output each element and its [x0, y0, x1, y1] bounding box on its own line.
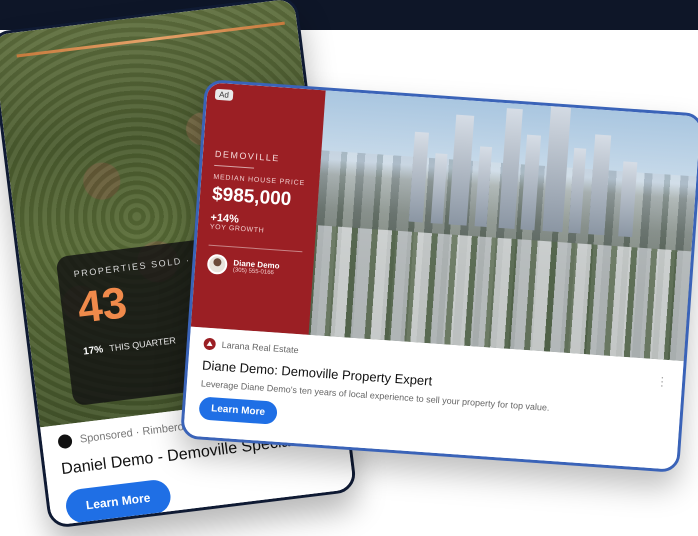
divider — [214, 164, 255, 169]
skyscraper — [448, 114, 475, 226]
skyscraper — [474, 146, 493, 227]
more-options-icon[interactable]: ⋮ — [656, 374, 669, 389]
ad-showcase: PROPERTIES SOLD · DEMO 43 17% THIS QUART… — [0, 0, 698, 536]
skyscraper — [542, 101, 572, 233]
median-price: $985,000 — [211, 183, 292, 211]
skyscraper — [430, 153, 448, 224]
learn-more-button[interactable]: Learn More — [198, 396, 278, 425]
skyscraper — [568, 147, 587, 234]
brand-name: Larana Real Estate — [221, 339, 299, 356]
skyscraper — [588, 134, 612, 236]
learn-more-button[interactable]: Learn More — [64, 478, 173, 525]
city-name: DEMOVILLE — [214, 148, 281, 164]
skyscraper — [498, 108, 523, 229]
stat-change: 17% — [82, 344, 104, 358]
divider — [208, 244, 303, 253]
agent-info: Diane Demo (305) 555-0166 — [233, 258, 280, 276]
ad-badge: Ad — [214, 88, 234, 101]
agent-row: Diane Demo (305) 555-0166 — [206, 253, 302, 281]
advertiser-logo-icon — [57, 433, 73, 450]
skyscraper — [408, 131, 429, 223]
skyscraper — [618, 161, 638, 238]
stats-panel: Ad DEMOVILLE MEDIAN HOUSE PRICE $985,000… — [190, 82, 326, 335]
stat-period: THIS QUARTER — [108, 335, 177, 354]
home-logo-icon — [203, 337, 217, 351]
ad-card-diane-demo[interactable]: Ad DEMOVILLE MEDIAN HOUSE PRICE $985,000… — [180, 78, 698, 474]
agent-avatar — [206, 253, 228, 275]
sponsored-label: Sponsored · Rimbero — [79, 420, 185, 446]
skyscraper — [520, 134, 542, 231]
